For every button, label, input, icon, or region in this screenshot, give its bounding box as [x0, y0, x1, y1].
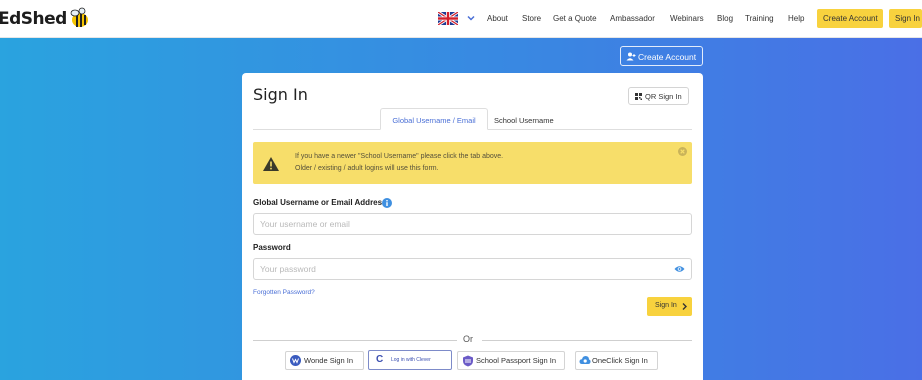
nav-sign-in-button[interactable]: Sign In [889, 9, 922, 28]
info-icon[interactable] [382, 198, 392, 208]
close-icon[interactable] [678, 147, 687, 156]
wonde-icon [290, 355, 301, 366]
page-title: Sign In [253, 85, 308, 104]
qr-sign-in-label: QR Sign In [645, 92, 682, 101]
uk-flag-icon[interactable] [438, 12, 458, 25]
tab-global-username[interactable]: Global Username / Email [380, 108, 488, 130]
divider-left [253, 340, 457, 341]
password-label: Password [253, 243, 291, 252]
clever-label: Log in with Clever [391, 357, 431, 363]
nav-webinars[interactable]: Webinars [670, 14, 704, 23]
create-account-label: Create Account [638, 52, 697, 62]
clever-login-button[interactable]: C Log in with Clever [368, 350, 452, 370]
nav-help[interactable]: Help [788, 14, 804, 23]
forgot-password-link[interactable]: Forgotten Password? [253, 289, 315, 296]
warning-alert: If you have a newer "School Username" pl… [253, 142, 692, 184]
nav-get-a-quote[interactable]: Get a Quote [553, 14, 597, 23]
chevron-down-icon[interactable] [466, 13, 476, 23]
school-passport-label: School Passport Sign In [476, 356, 557, 365]
wonde-label: Wonde Sign In [304, 356, 354, 365]
or-divider-text: Or [463, 334, 473, 344]
nav-blog[interactable]: Blog [717, 14, 733, 23]
tab-school-username[interactable]: School Username [494, 116, 554, 125]
username-label: Global Username or Email Address [253, 198, 387, 207]
create-account-button[interactable]: Create Account [620, 46, 703, 66]
divider-right [482, 340, 692, 341]
sign-in-button[interactable]: Sign In [647, 297, 692, 316]
clever-logo-letter: C [376, 354, 384, 365]
oneclick-label: OneClick Sign In [592, 356, 648, 365]
add-user-icon [626, 52, 636, 61]
nav-training[interactable]: Training [745, 14, 774, 23]
school-passport-icon [463, 355, 473, 367]
sign-in-card: Sign In QR Sign In Global Username / Ema… [242, 73, 703, 380]
nav-about[interactable]: About [487, 14, 508, 23]
top-navbar: EdShed About Store Get a Quote Ambassado… [0, 0, 922, 38]
qr-sign-in-button[interactable]: QR Sign In [628, 87, 689, 105]
qr-code-icon [635, 93, 642, 100]
school-passport-sign-in-button[interactable]: School Passport Sign In [457, 351, 565, 370]
chevron-right-icon [682, 303, 687, 310]
eye-icon[interactable] [674, 265, 685, 273]
wonde-sign-in-button[interactable]: Wonde Sign In [285, 351, 364, 370]
username-input[interactable] [253, 213, 692, 235]
oneclick-sign-in-button[interactable]: OneClick Sign In [575, 351, 658, 370]
nav-store[interactable]: Store [522, 14, 541, 23]
alert-text-line-2: Older / existing / adult logins will use… [295, 165, 439, 172]
edshed-logo[interactable]: EdShed [0, 9, 67, 29]
alert-text-line-1: If you have a newer "School Username" pl… [295, 153, 504, 160]
password-input[interactable] [253, 258, 692, 280]
sign-in-label: Sign In [655, 302, 677, 309]
bee-logo-icon [70, 7, 88, 27]
warning-icon [263, 157, 279, 171]
nav-ambassador[interactable]: Ambassador [610, 14, 655, 23]
oneclick-cloud-icon [579, 356, 591, 364]
nav-create-account-button[interactable]: Create Account [817, 9, 883, 28]
